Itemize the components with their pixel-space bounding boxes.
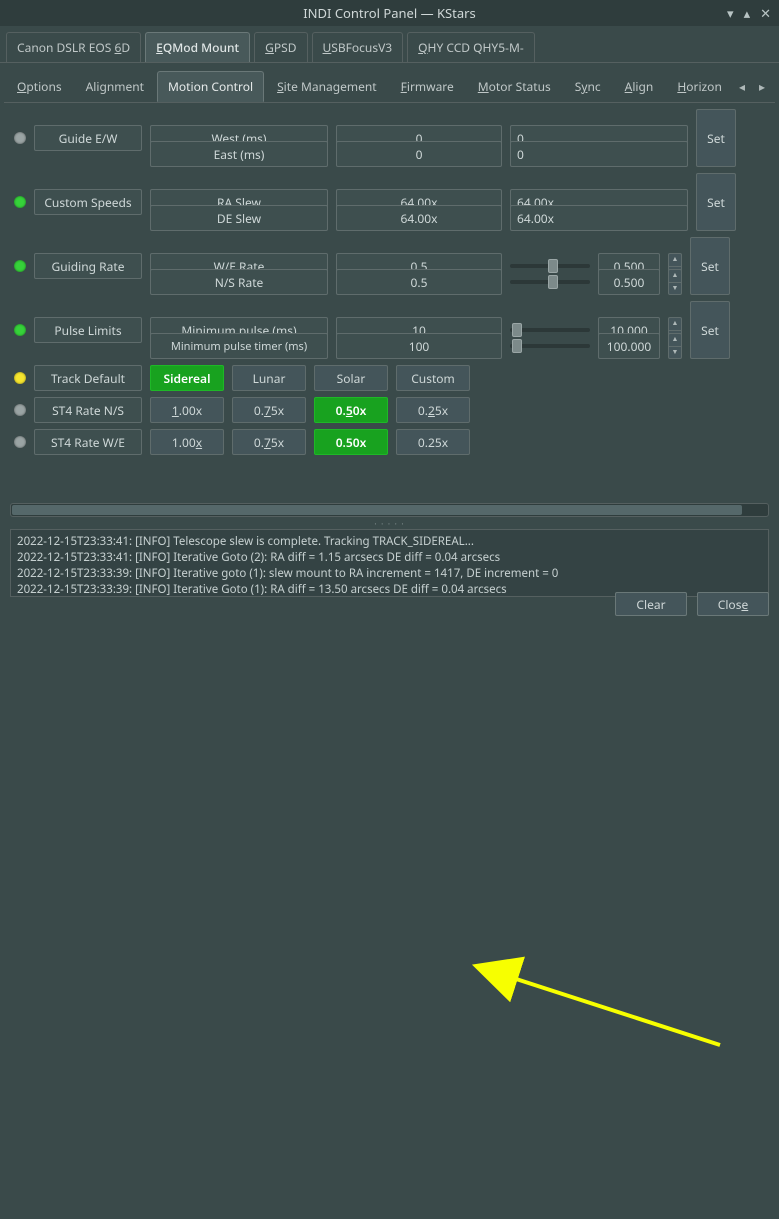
- opt-st4we-025[interactable]: 0.25x: [396, 429, 470, 455]
- opt-st4ns-075[interactable]: 0.75x: [232, 397, 306, 423]
- value-east-ms: 0: [336, 141, 502, 167]
- label-de-slew: DE Slew: [150, 205, 328, 231]
- sub-tabs: Options Alignment Motion Control Site Ma…: [4, 67, 775, 103]
- opt-lunar[interactable]: Lunar: [232, 365, 306, 391]
- subtab-motor-status[interactable]: Motor Status: [467, 71, 562, 102]
- spinbtns-ns-rate[interactable]: ▲▼: [668, 269, 682, 295]
- spin-ns-rate[interactable]: 0.500: [598, 269, 660, 295]
- input-east-ms[interactable]: 0: [510, 141, 688, 167]
- motion-control-panel: Guide E/W West (ms) 0 0 Set East (ms) 0 …: [0, 103, 779, 499]
- log-line: 2022-12-15T23:33:41: [INFO] Telescope sl…: [17, 534, 762, 550]
- opt-st4ns-050[interactable]: 0.50x: [314, 397, 388, 423]
- tab-usbfocus[interactable]: USBFocusV3: [312, 32, 404, 62]
- value-min-pulse-timer: 100: [336, 333, 502, 359]
- spin-min-pulse-timer[interactable]: 100.000: [598, 333, 660, 359]
- slider-min-pulse-timer[interactable]: [510, 333, 590, 359]
- tab-qhy[interactable]: QHY CCD QHY5-M-: [407, 32, 535, 62]
- opt-solar[interactable]: Solar: [314, 365, 388, 391]
- slider-ns-rate[interactable]: [510, 269, 590, 295]
- input-de-slew[interactable]: 64.00x: [510, 205, 688, 231]
- label-east-ms: East (ms): [150, 141, 328, 167]
- prop-st4-ns: ST4 Rate N/S: [34, 397, 142, 423]
- tab-gpsd[interactable]: GPSD: [254, 32, 307, 62]
- prop-st4-we: ST4 Rate W/E: [34, 429, 142, 455]
- subtab-align[interactable]: Align: [614, 71, 665, 102]
- log-line: 2022-12-15T23:33:41: [INFO] Iterative Go…: [17, 550, 762, 566]
- opt-st4we-100[interactable]: 1.00x: [150, 429, 224, 455]
- clear-button[interactable]: Clear: [615, 592, 687, 616]
- subtab-motion-control[interactable]: Motion Control: [157, 71, 264, 102]
- window-min-icon[interactable]: ▾: [727, 4, 734, 22]
- opt-custom[interactable]: Custom: [396, 365, 470, 391]
- driver-tabs: Canon DSLR EOS 6D EQMod Mount GPSD USBFo…: [0, 26, 779, 63]
- label-min-pulse-timer: Minimum pulse timer (ms): [150, 333, 328, 359]
- subtab-site-management[interactable]: Site Management: [266, 71, 388, 102]
- log-panel[interactable]: 2022-12-15T23:33:41: [INFO] Telescope sl…: [10, 529, 769, 597]
- log-line: 2022-12-15T23:33:39: [INFO] Iterative go…: [17, 566, 762, 582]
- window-title: INDI Control Panel — KStars: [303, 4, 475, 22]
- prop-track-default: Track Default: [34, 365, 142, 391]
- close-button[interactable]: Close: [697, 592, 769, 616]
- splitter-handle[interactable]: · · · · ·: [0, 519, 779, 527]
- titlebar: INDI Control Panel — KStars ▾ ▴ ✕: [0, 0, 779, 26]
- value-ns-rate: 0.5: [336, 269, 502, 295]
- window-close-icon[interactable]: ✕: [760, 4, 771, 22]
- label-ns-rate: N/S Rate: [150, 269, 328, 295]
- tab-canon[interactable]: Canon DSLR EOS 6D: [6, 32, 141, 62]
- led-track-default: [14, 372, 26, 384]
- opt-st4we-075[interactable]: 0.75x: [232, 429, 306, 455]
- window-max-icon[interactable]: ▴: [744, 4, 751, 22]
- subtab-alignment[interactable]: Alignment: [75, 71, 155, 102]
- opt-st4ns-025[interactable]: 0.25x: [396, 397, 470, 423]
- annotation-arrow: [0, 597, 779, 1219]
- subtab-horizon[interactable]: Horizon: [666, 71, 733, 102]
- subtab-sync[interactable]: Sync: [564, 71, 612, 102]
- opt-st4ns-100[interactable]: 1.00x: [150, 397, 224, 423]
- led-st4-we: [14, 436, 26, 448]
- value-de-slew: 64.00x: [336, 205, 502, 231]
- subtab-firmware[interactable]: Firmware: [390, 71, 465, 102]
- opt-sidereal[interactable]: Sidereal: [150, 365, 224, 391]
- tabs-scroll-right-icon[interactable]: ▸: [755, 76, 769, 97]
- spinbtns-min-pulse-timer[interactable]: ▲▼: [668, 333, 682, 359]
- tabs-scroll-left-icon[interactable]: ◂: [735, 76, 749, 97]
- subtab-options[interactable]: Options: [6, 71, 73, 102]
- panel-hscrollbar[interactable]: [10, 503, 769, 517]
- tab-eqmod[interactable]: EQMod Mount: [145, 32, 250, 62]
- led-st4-ns: [14, 404, 26, 416]
- opt-st4we-050[interactable]: 0.50x: [314, 429, 388, 455]
